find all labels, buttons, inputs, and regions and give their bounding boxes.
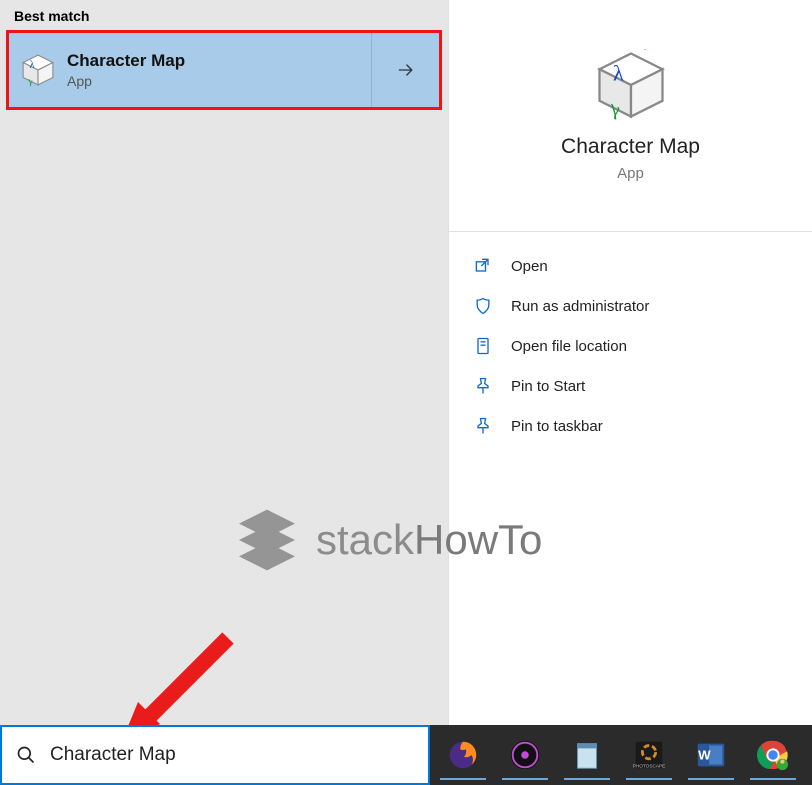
- chrome-icon: [756, 738, 790, 772]
- search-box[interactable]: [2, 727, 428, 783]
- word-icon: W: [694, 738, 728, 772]
- action-open-file-location[interactable]: Open file location: [449, 326, 812, 366]
- media-icon: [508, 738, 542, 772]
- action-label: Open file location: [511, 338, 627, 355]
- taskbar-app-chrome[interactable]: [744, 730, 802, 780]
- search-box-wrap: [0, 725, 430, 785]
- taskbar-app-notepad[interactable]: [558, 730, 616, 780]
- preview-subtitle: App: [617, 165, 644, 182]
- search-result-main[interactable]: Character Map App: [9, 33, 371, 107]
- folder-icon: [473, 336, 493, 356]
- pin-icon: [473, 416, 493, 436]
- action-label: Run as administrator: [511, 298, 649, 315]
- action-pin-to-start[interactable]: Pin to Start: [449, 366, 812, 406]
- action-label: Pin to taskbar: [511, 418, 603, 435]
- firefox-icon: [446, 738, 480, 772]
- search-result[interactable]: Character Map App: [9, 33, 439, 107]
- result-title: Character Map: [67, 51, 185, 71]
- svg-text:W: W: [698, 748, 711, 763]
- taskbar: PHOTOSCAPE W: [0, 725, 812, 785]
- action-label: Open: [511, 258, 548, 275]
- arrow-right-icon: [396, 60, 416, 80]
- photoscape-icon: PHOTOSCAPE: [632, 738, 666, 772]
- taskbar-app-word[interactable]: W: [682, 730, 740, 780]
- taskbar-tray: PHOTOSCAPE W: [430, 725, 812, 785]
- character-map-icon: [595, 49, 667, 121]
- result-subtitle: App: [67, 73, 185, 89]
- actions-list: Open Run as administrator Open file loca…: [449, 232, 812, 446]
- action-open[interactable]: Open: [449, 246, 812, 286]
- action-run-as-admin[interactable]: Run as administrator: [449, 286, 812, 326]
- taskbar-app-firefox[interactable]: [434, 730, 492, 780]
- open-icon: [473, 256, 493, 276]
- svg-text:PHOTOSCAPE: PHOTOSCAPE: [633, 763, 666, 769]
- search-input[interactable]: [50, 744, 414, 766]
- search-icon: [16, 745, 36, 765]
- taskbar-app-photoscape[interactable]: PHOTOSCAPE: [620, 730, 678, 780]
- character-map-icon: [21, 53, 55, 87]
- preview-pane: Character Map App: [449, 0, 812, 232]
- expand-button[interactable]: [371, 33, 439, 107]
- pin-icon: [473, 376, 493, 396]
- preview-title: Character Map: [561, 135, 700, 159]
- taskbar-app-media[interactable]: [496, 730, 554, 780]
- notepad-icon: [570, 738, 604, 772]
- highlight-frame: Character Map App: [6, 30, 442, 110]
- action-label: Pin to Start: [511, 378, 585, 395]
- section-header: Best match: [0, 0, 448, 30]
- shield-icon: [473, 296, 493, 316]
- action-pin-to-taskbar[interactable]: Pin to taskbar: [449, 406, 812, 446]
